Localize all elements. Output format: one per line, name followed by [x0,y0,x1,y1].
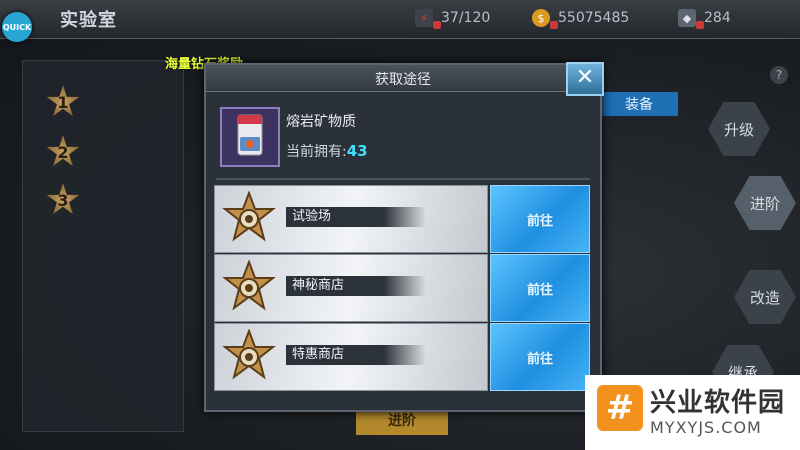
source-row: 神秘商店 前往 [214,254,592,322]
add-energy-icon[interactable] [433,21,441,29]
item-name: 熔岩矿物质 [286,114,356,130]
energy-icon: ⚡ [415,9,433,27]
close-button[interactable]: ✕ [566,62,604,96]
energy-counter: ⚡ 37/120 [415,8,491,29]
diamond-counter: ◆ 284 [678,8,731,29]
divider [216,178,590,180]
medal-icon [222,191,276,242]
left-panel [22,60,184,432]
help-icon[interactable]: ? [770,66,788,84]
source-name: 试验场 [292,209,332,224]
owned-count: 当前拥有:43 [286,141,368,161]
owned-value: 43 [346,142,368,160]
watermark-logo: # [597,385,643,431]
source-dialog: 获取途径 ✕ 熔岩矿物质 当前拥有:43 试验场 前往 神秘商店 前往 特惠商店… [204,62,604,412]
go-button[interactable]: 前往 [490,254,590,322]
lava-mineral-icon [237,114,263,156]
quick-button[interactable]: QUICK [2,12,32,42]
source-name: 神秘商店 [292,278,345,293]
gold-counter: $ 55075485 [532,8,630,29]
watermark-name: 兴业软件园 [650,388,786,418]
source-row: 试验场 前往 [214,185,592,253]
medal-icon [222,329,276,380]
add-diamond-icon[interactable] [696,21,704,29]
source-row: 特惠商店 前往 [214,323,592,391]
add-gold-icon[interactable] [550,21,558,29]
owned-label: 当前拥有: [286,144,347,160]
watermark-url: MYXYJS.COM [650,418,762,437]
item-icon[interactable] [220,107,280,167]
energy-value: 37/120 [441,10,491,26]
go-button[interactable]: 前往 [490,185,590,253]
diamond-icon: ◆ [678,9,696,27]
page-title: 实验室 [60,10,117,31]
gold-coin-icon: $ [532,9,550,27]
go-button[interactable]: 前往 [490,323,590,391]
equipment-tag: 装备 [600,92,678,116]
source-name: 特惠商店 [292,347,345,362]
gold-value: 55075485 [558,10,630,26]
medal-icon [222,260,276,311]
diamond-value: 284 [704,10,731,26]
dialog-title: 获取途径 [375,72,431,88]
